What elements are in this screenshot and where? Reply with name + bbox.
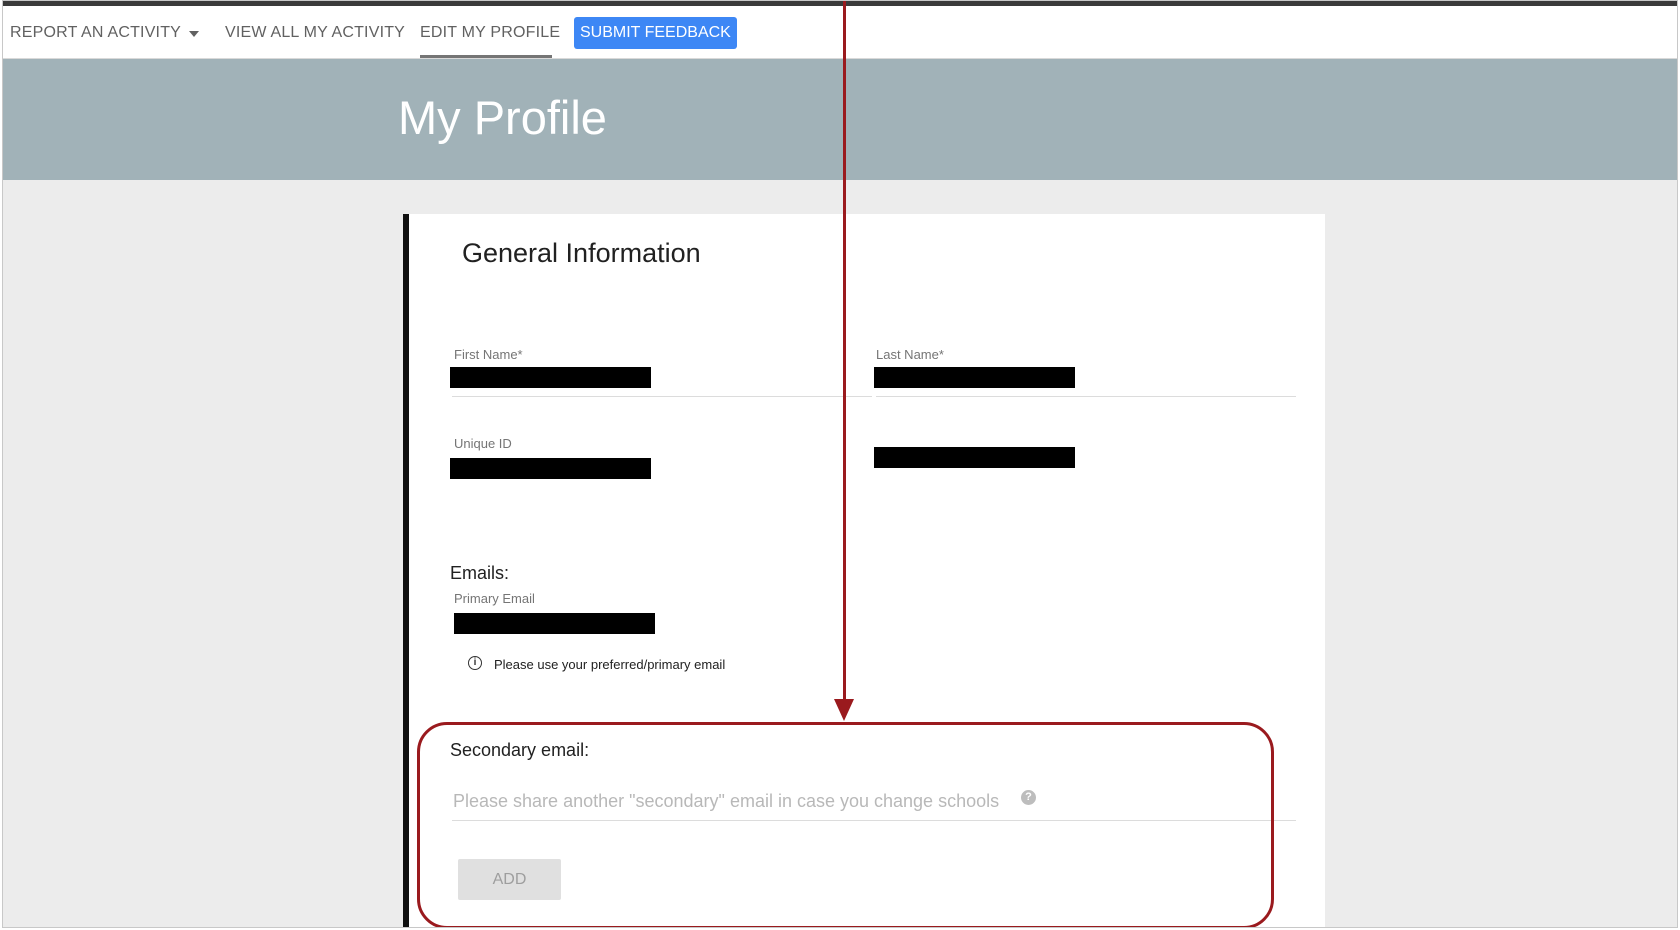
section-title: General Information <box>462 238 701 268</box>
unique-id-label: Unique ID <box>454 436 512 451</box>
emails-heading: Emails: <box>450 563 510 583</box>
last-name-value-redacted[interactable] <box>874 367 1075 388</box>
primary-email-hint: Please use your preferred/primary email <box>494 657 726 672</box>
nav-report-activity[interactable]: REPORT AN ACTIVITY <box>10 24 181 42</box>
first-name-value-redacted[interactable] <box>450 367 651 388</box>
annotation-highlight-box <box>417 722 1274 927</box>
annotation-arrow-head <box>834 699 854 721</box>
page-title: My Profile <box>398 91 607 144</box>
first-name-label: First Name* <box>454 347 523 362</box>
active-tab-indicator <box>420 55 552 58</box>
app-window: REPORT AN ACTIVITY VIEW ALL MY ACTIVITY … <box>2 0 1678 928</box>
nav-view-activity[interactable]: VIEW ALL MY ACTIVITY <box>225 24 405 42</box>
nav-edit-profile[interactable]: EDIT MY PROFILE <box>420 24 560 42</box>
info-circle-icon: i <box>468 656 482 670</box>
unique-id-value-redacted <box>450 458 651 479</box>
redacted-value <box>874 447 1075 468</box>
submit-feedback-button[interactable]: SUBMIT FEEDBACK <box>574 17 737 49</box>
first-name-underline <box>452 396 872 397</box>
last-name-underline <box>876 396 1296 397</box>
last-name-label: Last Name* <box>876 347 944 362</box>
chevron-down-icon[interactable] <box>189 31 199 37</box>
primary-email-value-redacted <box>454 613 655 634</box>
page-banner: My Profile <box>3 59 1677 180</box>
top-navigation: REPORT AN ACTIVITY VIEW ALL MY ACTIVITY … <box>3 6 1677 59</box>
annotation-arrow-line <box>843 1 846 702</box>
primary-email-label: Primary Email <box>454 591 535 606</box>
